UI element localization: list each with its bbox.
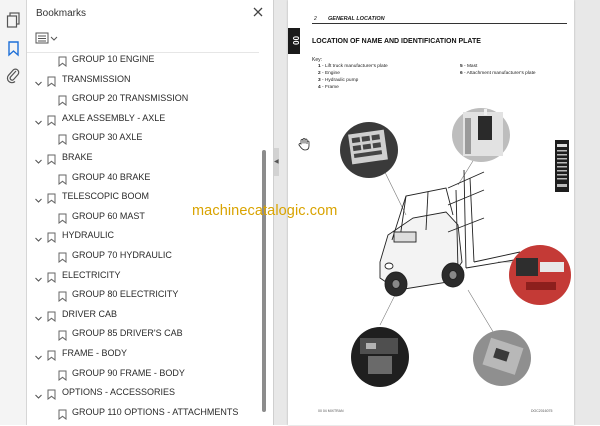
bookmark-icon <box>58 328 67 342</box>
bookmark-label: GROUP 85 DRIVER'S CAB <box>72 328 183 339</box>
chevron-down-icon[interactable] <box>34 75 43 86</box>
bookmark-label: AXLE ASSEMBLY - AXLE <box>62 112 166 123</box>
bookmark-label: GROUP 60 MAST <box>72 210 145 221</box>
bookmark-item[interactable]: GROUP 20 TRANSMISSION <box>27 89 259 108</box>
collapse-arrow-icon: ◀ <box>274 159 279 165</box>
bookmark-icon <box>47 113 56 126</box>
bookmark-label: GROUP 30 AXLE <box>72 132 143 143</box>
bookmark-label: GROUP 10 ENGINE <box>72 54 155 64</box>
bookmark-label: OPTIONS - ACCESSORIES <box>62 387 176 398</box>
bookmark-icon <box>47 230 56 244</box>
bookmark-parent[interactable]: HYDRAULIC <box>27 226 259 245</box>
panel-header: Bookmarks <box>27 0 274 26</box>
bookmarks-scrollbar[interactable] <box>260 52 268 425</box>
bookmark-tree: GROUP 10 ENGINE TRANSMISSION GROUP 20 TRAN… <box>27 52 259 426</box>
bookmark-label: GROUP 40 BRAKE <box>72 171 151 182</box>
bookmark-icon <box>58 132 67 146</box>
bookmark-icon <box>58 407 67 420</box>
bookmark-item[interactable]: GROUP 70 HYDRAULIC <box>27 246 259 265</box>
footer-right: DOC2016075 <box>531 409 553 413</box>
bookmark-parent[interactable]: OPTIONS - ACCESSORIES <box>27 383 259 402</box>
chevron-down-icon[interactable] <box>34 310 43 321</box>
chevron-down-icon[interactable] <box>34 153 43 164</box>
bookmark-label: DRIVER CAB <box>62 308 118 319</box>
bookmark-icon <box>58 172 67 185</box>
chevron-down-icon[interactable] <box>34 231 43 243</box>
bookmark-parent[interactable]: AXLE ASSEMBLY - AXLE <box>27 109 259 128</box>
watermark: machinecatalogic.com <box>192 203 338 219</box>
hydraulic-photo <box>351 327 409 387</box>
mast-photo <box>452 108 510 162</box>
bookmark-item[interactable]: GROUP 85 DRIVER'S CAB <box>27 324 259 343</box>
hand-cursor-icon <box>297 137 311 151</box>
bookmark-icon <box>47 152 56 166</box>
bookmark-label: FRAME - BODY <box>62 348 128 358</box>
bookmark-icon <box>47 270 56 283</box>
chevron-down-icon[interactable] <box>34 271 43 282</box>
chevron-down-icon[interactable] <box>34 192 43 203</box>
bookmark-icon <box>58 93 67 107</box>
bookmark-parent[interactable]: ELECTRICITY <box>27 266 259 285</box>
bookmark-parent[interactable]: FRAME - BODY <box>27 344 259 363</box>
chevron-down-icon[interactable] <box>34 114 43 125</box>
bookmark-icon <box>47 191 56 205</box>
forklift-drawing <box>379 169 521 297</box>
bookmark-item[interactable]: GROUP 10 ENGINE <box>27 53 259 69</box>
bookmark-label: HYDRAULIC <box>62 230 115 241</box>
bookmark-item[interactable]: GROUP 40 BRAKE <box>27 168 259 187</box>
bookmark-icon <box>47 348 56 362</box>
pages-thumbnail-icon[interactable] <box>5 11 22 28</box>
bookmark-item[interactable]: GROUP 90 FRAME - BODY <box>27 364 259 383</box>
bookmark-icon <box>47 387 56 401</box>
bookmark-parent[interactable]: BRAKE <box>27 148 259 167</box>
navigation-rail <box>0 0 27 425</box>
bookmark-label: TRANSMISSION <box>62 73 131 84</box>
bookmark-parent[interactable]: TRANSMISSION <box>27 70 259 89</box>
panel-collapse-handle[interactable]: ◀ <box>274 148 279 176</box>
chevron-down-icon[interactable] <box>34 349 43 360</box>
engine-photo <box>509 245 571 305</box>
bookmark-icon <box>47 309 56 322</box>
bookmark-label: GROUP 90 FRAME - BODY <box>72 367 185 378</box>
bookmark-label: TELESCOPIC BOOM <box>62 191 150 202</box>
bookmark-label: GROUP 70 HYDRAULIC <box>72 250 172 260</box>
bookmark-icon <box>58 289 67 303</box>
bookmark-icon <box>58 54 67 68</box>
attachment-paperclip-icon[interactable] <box>5 67 22 84</box>
bookmark-icon <box>47 74 56 87</box>
footer-left: 00 04 MIXTRAN <box>318 409 344 413</box>
frame-photo <box>473 330 531 386</box>
bookmark-icon[interactable] <box>5 40 22 57</box>
bookmark-icon <box>58 211 67 224</box>
bookmark-item[interactable]: GROUP 110 OPTIONS - ATTACHMENTS <box>27 403 259 422</box>
scrollbar-thumb[interactable] <box>262 150 266 412</box>
bookmark-item[interactable]: GROUP 80 ELECTRICITY <box>27 285 259 304</box>
bookmark-parent[interactable]: DRIVER CAB <box>27 305 259 324</box>
bookmark-label: GROUP 110 OPTIONS - ATTACHMENTS <box>72 406 239 417</box>
plate-photo <box>340 122 398 178</box>
panel-title: Bookmarks <box>36 8 87 19</box>
bookmark-icon <box>58 368 67 381</box>
bookmark-item[interactable]: GROUP 30 AXLE <box>27 128 259 147</box>
bookmark-label: BRAKE <box>62 152 93 162</box>
chevron-down-icon[interactable] <box>34 388 43 399</box>
bookmark-icon <box>58 250 67 264</box>
close-icon[interactable] <box>251 5 265 19</box>
bookmark-label: ELECTRICITY <box>62 269 121 280</box>
bookmark-options-icon[interactable] <box>35 31 59 46</box>
id-plate-drawing <box>555 140 569 192</box>
bookmark-label: GROUP 80 ELECTRICITY <box>72 289 179 300</box>
panel-toolbar <box>27 26 274 52</box>
bookmark-label: GROUP 20 TRANSMISSION <box>72 93 189 104</box>
